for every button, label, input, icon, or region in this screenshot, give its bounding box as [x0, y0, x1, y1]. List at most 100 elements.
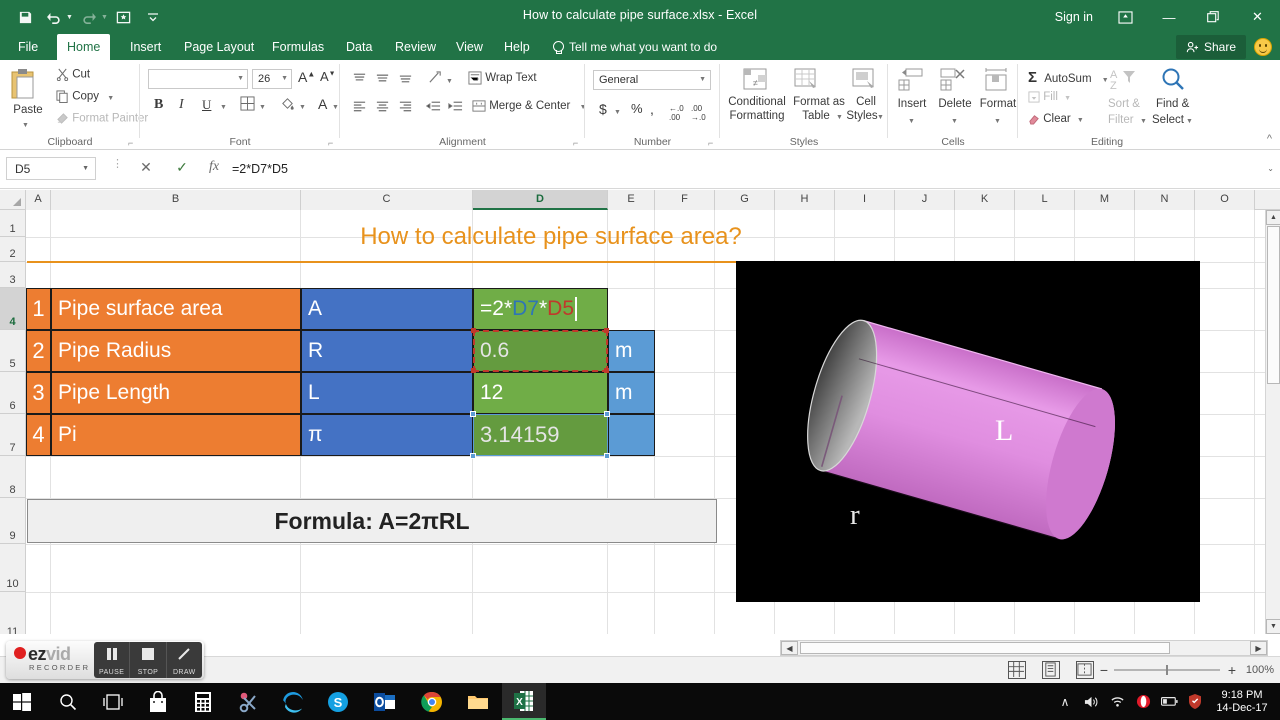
cell-styles-label[interactable]: Cell: [847, 96, 885, 108]
reference-handle[interactable]: [604, 328, 609, 333]
increase-indent-icon[interactable]: [448, 100, 463, 115]
reference-handle[interactable]: [471, 368, 476, 373]
tab-insert[interactable]: Insert: [120, 34, 171, 60]
sort-filter-label[interactable]: Sort &: [1108, 98, 1140, 110]
cell-c7[interactable]: π: [301, 414, 473, 456]
comma-format-icon[interactable]: ,: [650, 101, 654, 117]
delete-caret[interactable]: ▼: [951, 114, 958, 126]
cell-b6[interactable]: Pipe Length: [51, 372, 301, 414]
cell-e7[interactable]: [608, 414, 655, 456]
vertical-scroll-thumb[interactable]: [1267, 226, 1280, 384]
number-format-caret[interactable]: ▼: [699, 76, 706, 83]
sign-in-button[interactable]: Sign in: [1045, 10, 1103, 24]
column-header-d[interactable]: D: [473, 190, 608, 210]
fill-color-caret[interactable]: ▼: [299, 100, 306, 112]
copy-dropdown-caret[interactable]: ▼: [107, 95, 114, 102]
column-header-j[interactable]: J: [895, 190, 955, 210]
bold-button[interactable]: B: [154, 97, 163, 113]
currency-caret[interactable]: ▼: [614, 105, 621, 117]
tab-file[interactable]: File: [8, 34, 48, 60]
font-color-caret[interactable]: ▼: [332, 100, 339, 112]
tab-data[interactable]: Data: [336, 34, 382, 60]
cell-d6[interactable]: 12: [473, 372, 608, 414]
ezvid-stop-button[interactable]: STOP: [130, 642, 167, 678]
percent-format-icon[interactable]: %: [631, 101, 643, 116]
reference-handle[interactable]: [604, 411, 610, 417]
cancel-entry-button[interactable]: ✕: [132, 159, 160, 179]
conditional-formatting-label2[interactable]: Formatting: [722, 110, 792, 122]
clear-caret[interactable]: ▼: [1077, 117, 1084, 124]
font-size-caret[interactable]: ▼: [281, 75, 288, 82]
cell-title[interactable]: How to calculate pipe surface area?: [27, 211, 1075, 262]
cut-button[interactable]: Cut: [56, 68, 90, 81]
calculator-icon[interactable]: [181, 683, 225, 720]
paste-button-label[interactable]: Paste: [5, 104, 51, 116]
format-painter-button[interactable]: Format Painter: [56, 112, 148, 125]
number-format-select[interactable]: General ▼: [593, 70, 711, 90]
feedback-smiley-icon[interactable]: [1254, 38, 1272, 56]
reference-handle[interactable]: [470, 411, 476, 417]
row-header-2[interactable]: 2: [0, 237, 26, 262]
file-explorer-icon[interactable]: [456, 683, 500, 720]
increase-decimal-icon[interactable]: ←.0.00: [669, 104, 684, 122]
search-icon[interactable]: [46, 683, 90, 720]
scroll-right-arrow[interactable]: ▶: [1250, 641, 1267, 655]
column-header-e[interactable]: E: [608, 190, 655, 210]
find-select-label[interactable]: Find &: [1156, 98, 1189, 110]
row-header-7[interactable]: 7: [0, 414, 26, 456]
column-header-a[interactable]: A: [26, 190, 51, 210]
currency-format-icon[interactable]: $: [599, 101, 607, 117]
row-header-4[interactable]: 4: [0, 288, 26, 330]
row-header-6[interactable]: 6: [0, 372, 26, 414]
cell-c5[interactable]: R: [301, 330, 473, 372]
edge-browser-icon[interactable]: [271, 683, 315, 720]
font-dialog-launcher[interactable]: ⌐: [328, 138, 337, 148]
name-box-caret[interactable]: ▼: [82, 165, 89, 172]
scroll-up-arrow[interactable]: ▲: [1266, 210, 1280, 225]
conditional-formatting-icon[interactable]: ≠: [742, 67, 770, 96]
formula-input[interactable]: =2*D7*D5: [232, 157, 1258, 180]
clock[interactable]: 9:18 PM 14-Dec-17: [1208, 689, 1280, 715]
opera-icon[interactable]: [1130, 683, 1156, 720]
tray-chevron-icon[interactable]: ∧: [1052, 683, 1078, 720]
format-as-table-label[interactable]: Format as: [792, 96, 846, 108]
tab-view[interactable]: View: [446, 34, 493, 60]
cell-styles-caret[interactable]: ▼: [877, 110, 884, 122]
format-cells-icon[interactable]: [984, 68, 1010, 95]
column-header-c[interactable]: C: [301, 190, 473, 210]
column-header-k[interactable]: K: [955, 190, 1015, 210]
zoom-out-button[interactable]: −: [1100, 662, 1108, 678]
column-header-f[interactable]: F: [655, 190, 715, 210]
column-header-o[interactable]: O: [1195, 190, 1255, 210]
alignment-dialog-launcher[interactable]: ⌐: [573, 138, 582, 148]
underline-button[interactable]: U: [202, 97, 211, 113]
reference-handle[interactable]: [604, 368, 609, 373]
align-center-icon[interactable]: [375, 100, 390, 115]
paste-icon[interactable]: [8, 68, 38, 105]
paste-dropdown-caret[interactable]: ▼: [22, 118, 29, 130]
confirm-entry-button[interactable]: ✓: [168, 159, 196, 179]
borders-dropdown-caret[interactable]: ▼: [259, 100, 266, 112]
cell-b5[interactable]: Pipe Radius: [51, 330, 301, 372]
column-header-i[interactable]: I: [835, 190, 895, 210]
chrome-icon[interactable]: [410, 683, 454, 720]
merge-center-button[interactable]: Merge & Center ▼: [472, 99, 587, 113]
column-header-b[interactable]: B: [51, 190, 301, 210]
collapse-ribbon-icon[interactable]: ^: [1267, 133, 1272, 145]
format-as-table-icon[interactable]: [793, 67, 821, 96]
insert-function-button[interactable]: fx: [200, 159, 228, 179]
cell-e5[interactable]: m: [608, 330, 655, 372]
task-view-icon[interactable]: [91, 683, 135, 720]
cell-b7[interactable]: Pi: [51, 414, 301, 456]
page-break-preview-icon[interactable]: [1076, 661, 1094, 679]
cell-a7[interactable]: 4: [26, 414, 51, 456]
select-all-corner[interactable]: [0, 190, 26, 210]
skype-icon[interactable]: S: [316, 683, 360, 720]
clipboard-dialog-launcher[interactable]: ⌐: [128, 138, 137, 148]
tell-me-search[interactable]: Tell me what you want to do: [552, 34, 717, 60]
align-left-icon[interactable]: [352, 100, 367, 115]
close-button[interactable]: ✕: [1235, 0, 1280, 34]
orientation-caret[interactable]: ▼: [446, 74, 453, 86]
font-name-input[interactable]: ▼: [148, 69, 248, 89]
number-dialog-launcher[interactable]: ⌐: [708, 138, 717, 148]
